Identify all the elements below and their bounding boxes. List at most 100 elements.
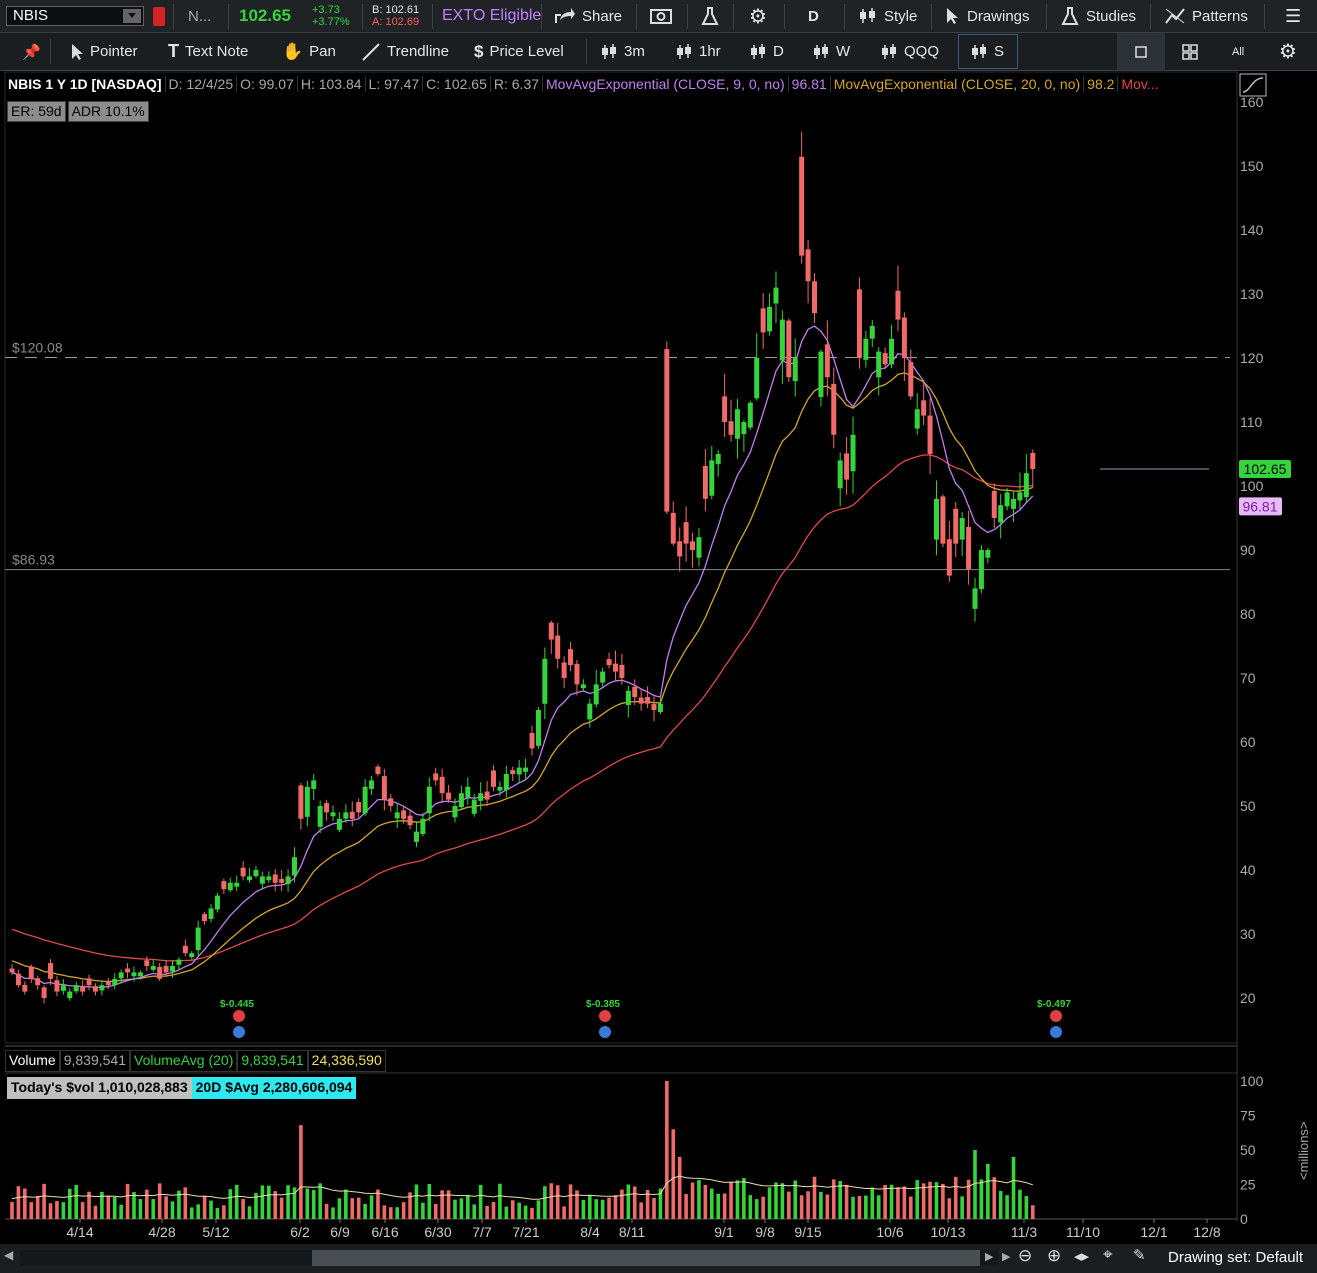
- volume-bar: [761, 1196, 765, 1219]
- candle-body: [548, 622, 554, 640]
- pointer-tool[interactable]: Pointer: [70, 33, 138, 70]
- volume-bar: [658, 1188, 663, 1219]
- screenshot-button[interactable]: [650, 0, 672, 32]
- volume-bar: [453, 1199, 457, 1219]
- volume-bar: [812, 1176, 817, 1219]
- hand-icon: ✋: [282, 41, 304, 61]
- volume-bar: [979, 1179, 984, 1219]
- style-button[interactable]: Style: [858, 0, 917, 32]
- scroll-end-icon[interactable]: ▶: [1002, 1250, 1010, 1263]
- candle-body: [921, 400, 927, 416]
- candle-body: [311, 780, 317, 789]
- candle-body: [953, 508, 959, 544]
- timeframe-1hr-label: 1hr: [699, 43, 721, 60]
- volume-bar: [466, 1194, 470, 1219]
- candle-body: [73, 985, 79, 992]
- grid-layout-button[interactable]: [1182, 33, 1198, 70]
- volume-bar: [767, 1187, 772, 1219]
- crosshair-icon[interactable]: ⌖: [1103, 1245, 1113, 1265]
- price-level-label: $120.08: [12, 339, 63, 355]
- candle-body: [728, 421, 734, 435]
- scroll-right-icon[interactable]: ▶: [985, 1250, 993, 1263]
- zoom-in-icon[interactable]: ⊕: [1047, 1246, 1061, 1266]
- time-tick-label: 9/8: [755, 1224, 775, 1240]
- trendline-tool[interactable]: Trendline: [361, 33, 449, 70]
- all-button[interactable]: All: [1232, 33, 1244, 70]
- volume-bar: [510, 1200, 515, 1219]
- time-tick-label: 7/21: [512, 1224, 539, 1240]
- volume-bar: [472, 1204, 477, 1219]
- candle-body: [1023, 473, 1029, 498]
- timeframe-d[interactable]: D: [749, 33, 784, 70]
- earnings-eps-label: $-0.445: [220, 999, 254, 1010]
- candle-body: [407, 815, 413, 826]
- candle-body: [388, 798, 394, 806]
- volume-bar: [986, 1163, 990, 1219]
- candle-body: [503, 774, 509, 790]
- patterns-button[interactable]: Patterns: [1164, 0, 1248, 32]
- fit-icon[interactable]: ◂▸: [1074, 1247, 1089, 1265]
- volume-bar: [555, 1185, 560, 1219]
- period-button[interactable]: D: [808, 0, 819, 32]
- flask-icon: [701, 7, 719, 25]
- symbol-dropdown-icon[interactable]: [123, 9, 141, 23]
- candle-body: [170, 966, 175, 972]
- text-note-tool[interactable]: T Text Note: [168, 33, 248, 70]
- exto-eligible[interactable]: EXTO Eligible: [442, 0, 541, 32]
- volume-bar: [921, 1183, 926, 1219]
- scrollbar-thumb[interactable]: [312, 1250, 980, 1266]
- scroll-track[interactable]: [20, 1250, 998, 1266]
- todays-dollar-volume: Today's $vol 1,010,028,883: [7, 1077, 192, 1099]
- compare-qqq[interactable]: QQQ: [880, 33, 939, 70]
- studies-button[interactable]: Studies: [1060, 0, 1136, 32]
- volume-bar: [93, 1205, 98, 1219]
- candle-body: [272, 874, 278, 883]
- pan-tool[interactable]: ✋ Pan: [282, 33, 336, 70]
- volume-bar: [16, 1186, 21, 1219]
- candle-body: [439, 776, 445, 794]
- symbol-input[interactable]: NBIS: [6, 6, 144, 26]
- drawing-set-label[interactable]: Drawing set: Default: [1168, 1249, 1303, 1266]
- timeframe-s[interactable]: S: [970, 33, 1004, 70]
- alert-flag-icon[interactable]: [153, 7, 165, 26]
- timeframe-w[interactable]: W: [812, 33, 850, 70]
- candle-body: [972, 588, 978, 609]
- zoom-out-icon[interactable]: ⊖: [1018, 1246, 1032, 1266]
- drawing-set-icon[interactable]: ✎: [1133, 1246, 1146, 1264]
- candle-body: [465, 786, 471, 798]
- text-note-label: Text Note: [185, 43, 249, 60]
- flask-button[interactable]: [700, 0, 720, 32]
- volume-bar: [363, 1203, 367, 1219]
- drawings-label: Drawings: [967, 7, 1030, 25]
- candle-body: [824, 344, 830, 378]
- pin-button[interactable]: 📌: [22, 33, 41, 70]
- volume-bar: [594, 1199, 599, 1219]
- ema9-tag: [1239, 497, 1282, 516]
- price-level-tool[interactable]: $ Price Level: [474, 33, 564, 70]
- chart-settings-button[interactable]: ⚙: [1279, 33, 1297, 70]
- candle-body: [214, 895, 220, 910]
- candle-body: [15, 973, 21, 986]
- volume-bar: [831, 1179, 836, 1219]
- scroll-left-icon[interactable]: ◀: [4, 1248, 13, 1262]
- timeframe-3m[interactable]: 3m: [600, 33, 645, 70]
- candles-icon: [882, 43, 896, 59]
- candle-body: [298, 785, 304, 819]
- single-layout-button[interactable]: [1135, 33, 1147, 70]
- candle-body: [1011, 498, 1017, 509]
- text-icon: T: [168, 41, 179, 61]
- volume-bar: [344, 1189, 348, 1219]
- share-button[interactable]: Share: [554, 0, 622, 32]
- time-tick-label: 8/4: [580, 1224, 600, 1240]
- settings-button[interactable]: ⚙: [749, 0, 767, 32]
- drawings-button[interactable]: Drawings: [945, 0, 1030, 32]
- time-tick-label: 12/8: [1193, 1224, 1220, 1240]
- price-tick-label: 70: [1240, 670, 1256, 686]
- legend-ema20: MovAvgExponential (CLOSE, 20, 0, no): [831, 76, 1085, 92]
- candle-body: [612, 663, 618, 672]
- timeframe-1hr[interactable]: 1hr: [675, 33, 721, 70]
- menu-button[interactable]: ☰: [1285, 0, 1301, 32]
- candle-body: [247, 876, 253, 881]
- volume-bar: [819, 1191, 823, 1219]
- camera-icon: [650, 9, 672, 24]
